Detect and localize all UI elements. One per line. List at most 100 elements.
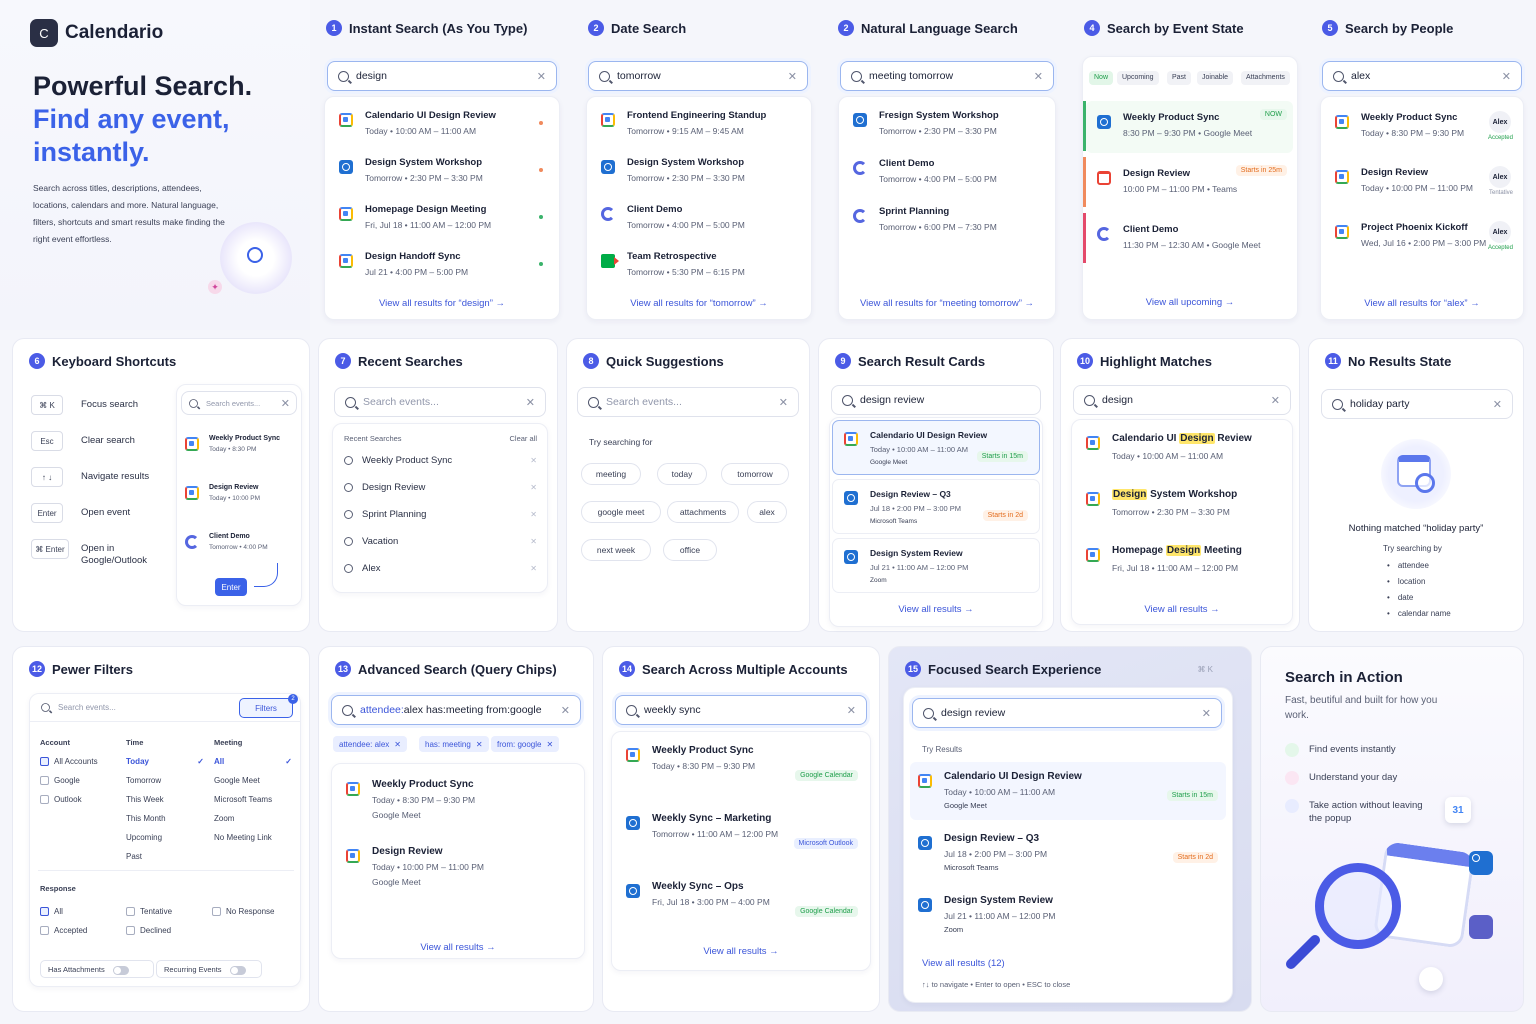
checkbox[interactable] [212,907,221,917]
result-item[interactable]: Calendario UI Design Review Today • 10:00… [1086,432,1282,463]
result-item[interactable]: Design Handoff Sync Jul 21 • 4:00 PM – 5:… [339,250,549,279]
remove-chip-icon[interactable]: ✕ [394,740,401,749]
view-all-link[interactable]: View all results for “tomorrow” → [587,298,811,309]
close-icon[interactable]: ✕ [788,70,797,83]
close-icon[interactable]: ✕ [847,704,856,717]
remove-chip-icon[interactable]: ✕ [546,740,553,749]
checkbox[interactable] [40,907,49,917]
enter-button[interactable]: Enter [215,578,247,596]
tab-now[interactable]: Now [1089,71,1114,85]
close-icon[interactable]: ✕ [1502,70,1511,83]
result-item[interactable]: Design System Workshop Tomorrow • 2:30 PM… [339,156,549,185]
result-item[interactable]: Calendario UI Design Review Today • 10:00… [918,770,1218,813]
result-item[interactable]: Client Demo Tomorrow • 4:00 PM – 5:00 PM [601,203,801,232]
remove-icon[interactable]: ✕ [530,537,537,546]
result-item[interactable]: Design Review – Q3 Jul 18 • 2:00 PM – 3:0… [844,487,1032,528]
result-item[interactable]: Weekly Sync – Marketing Tomorrow • 11:00 … [626,812,860,849]
view-all-link[interactable]: View all upcoming → [1083,297,1297,308]
view-all-link[interactable]: View all results → [1072,604,1292,615]
filter-option[interactable]: Tomorrow [126,775,208,787]
result-item[interactable]: Team Retrospective Tomorrow • 5:30 PM – 6… [601,250,801,279]
result-item[interactable]: Design System Review Jul 21 • 11:00 AM – … [918,894,1218,937]
suggestion-chip[interactable]: attachments [667,501,739,523]
result-item[interactable]: Calendario UI Design Review Today • 10:00… [339,109,549,138]
result-item[interactable]: Frontend Engineering Standup Tomorrow • 9… [601,109,801,138]
suggestion-chip[interactable]: meeting [581,463,641,485]
result-item[interactable]: Client Demo Tomorrow • 4:00 PM – 5:00 PM [853,157,1045,186]
search-input[interactable]: Search events... ✕ [577,387,799,417]
suggestion-chip[interactable]: next week [581,539,651,561]
search-input[interactable]: attendee:alex has:meeting from:google ✕ [331,695,581,725]
filter-option[interactable]: Google [40,775,122,787]
result-item[interactable]: Design Review Today • 10:00 PM [185,482,260,505]
suggestion-chip[interactable]: today [657,463,707,485]
checkbox[interactable] [126,926,135,936]
recent-item[interactable]: Vacation ✕ [344,536,537,547]
filter-option[interactable]: No Meeting Link [214,832,296,844]
result-item[interactable]: Homepage Design Meeting Fri, Jul 18 • 11:… [339,203,549,232]
query-chip[interactable]: attendee: alex ✕ [333,736,407,752]
toggle-switch[interactable] [229,965,246,975]
search-input[interactable]: design review [831,385,1041,415]
suggestion-chip[interactable]: google meet [581,501,661,523]
close-icon[interactable]: ✕ [537,70,546,83]
clear-all-button[interactable]: Clear all [509,434,537,443]
filter-option[interactable]: Upcoming [126,832,208,844]
tab-attachments[interactable]: Attachments [1241,71,1290,85]
response-option[interactable]: All [40,906,63,918]
result-item[interactable]: Client Demo 11:30 PM – 12:30 AM • Google … [1097,223,1287,252]
checkbox[interactable] [126,907,135,917]
tab-past[interactable]: Past [1167,71,1192,85]
remove-icon[interactable]: ✕ [530,456,537,465]
remove-icon[interactable]: ✕ [530,483,537,492]
response-option[interactable]: Accepted [40,925,87,937]
result-item[interactable]: Weekly Product Sync 8:30 PM – 9:30 PM • G… [1097,109,1287,140]
result-item[interactable]: Design Review – Q3 Jul 18 • 2:00 PM – 3:0… [918,832,1218,875]
search-input[interactable]: tomorrow ✕ [588,61,808,91]
recent-item[interactable]: Alex ✕ [344,563,537,574]
result-item[interactable]: Design System Workshop Tomorrow • 2:30 PM… [1086,488,1282,519]
search-input[interactable]: weekly sync ✕ [615,695,867,725]
result-item[interactable]: Homepage Design Meeting Fri, Jul 18 • 11:… [1086,544,1282,575]
result-item[interactable]: Design Review Today • 10:00 PM – 11:00 PM… [1335,166,1513,196]
view-all-link[interactable]: View all results → [830,604,1042,615]
query-chip[interactable]: has: meeting ✕ [419,736,489,752]
toggle-recurring-events[interactable]: Recurring Events [156,960,262,978]
filter-option[interactable]: This Week [126,794,208,806]
search-input[interactable]: design review ✕ [912,698,1222,728]
result-item[interactable]: Design Review Today • 10:00 PM – 11:00 PM… [346,845,574,889]
filter-option[interactable]: Past [126,851,208,863]
view-all-link[interactable]: View all results → [612,946,870,957]
result-item[interactable]: Weekly Product Sync Today • 8:30 PM – 9:3… [626,744,860,781]
close-icon[interactable]: ✕ [1271,394,1280,407]
checkbox[interactable] [40,776,49,786]
result-item[interactable]: Design Review 10:00 PM – 11:00 PM • Teams… [1097,165,1287,196]
result-item[interactable]: Project Phoenix Kickoff Wed, Jul 16 • 2:0… [1335,221,1513,251]
checkbox[interactable] [40,757,49,767]
tab-upcoming[interactable]: Upcoming [1117,71,1159,85]
search-input[interactable]: alex ✕ [1322,61,1522,91]
view-all-link[interactable]: View all results → [332,942,584,953]
suggestion-chip[interactable]: office [663,539,717,561]
close-icon[interactable]: ✕ [526,396,535,409]
recent-item[interactable]: Weekly Product Sync ✕ [344,455,537,466]
result-item[interactable]: Weekly Sync – Ops Fri, Jul 18 • 3:00 PM –… [626,880,860,917]
close-icon[interactable]: ✕ [779,396,788,409]
checkbox[interactable] [40,795,49,805]
result-item[interactable]: Design System Workshop Tomorrow • 2:30 PM… [601,156,801,185]
recent-item[interactable]: Sprint Planning ✕ [344,509,537,520]
filter-option[interactable]: Google Meet [214,775,296,787]
result-item[interactable]: Weekly Product Sync Today • 8:30 PM – 9:3… [1335,111,1513,141]
recent-item[interactable]: Design Review ✕ [344,482,537,493]
result-item[interactable]: Calendario UI Design Review Today • 10:00… [844,428,1032,469]
view-all-link[interactable]: View all results (12) [922,958,1005,969]
search-input[interactable]: design ✕ [1073,385,1291,415]
tab-joinable[interactable]: Joinable [1197,71,1234,85]
search-input[interactable]: Search events... ✕ [181,391,297,415]
query-chip[interactable]: from: google ✕ [491,736,560,752]
result-item[interactable]: Design System Review Jul 21 • 11:00 AM – … [844,546,1032,587]
close-icon[interactable]: ✕ [561,704,570,717]
search-input[interactable]: design ✕ [327,61,557,91]
filter-option[interactable]: All ✓ [214,756,296,768]
remove-icon[interactable]: ✕ [530,564,537,573]
